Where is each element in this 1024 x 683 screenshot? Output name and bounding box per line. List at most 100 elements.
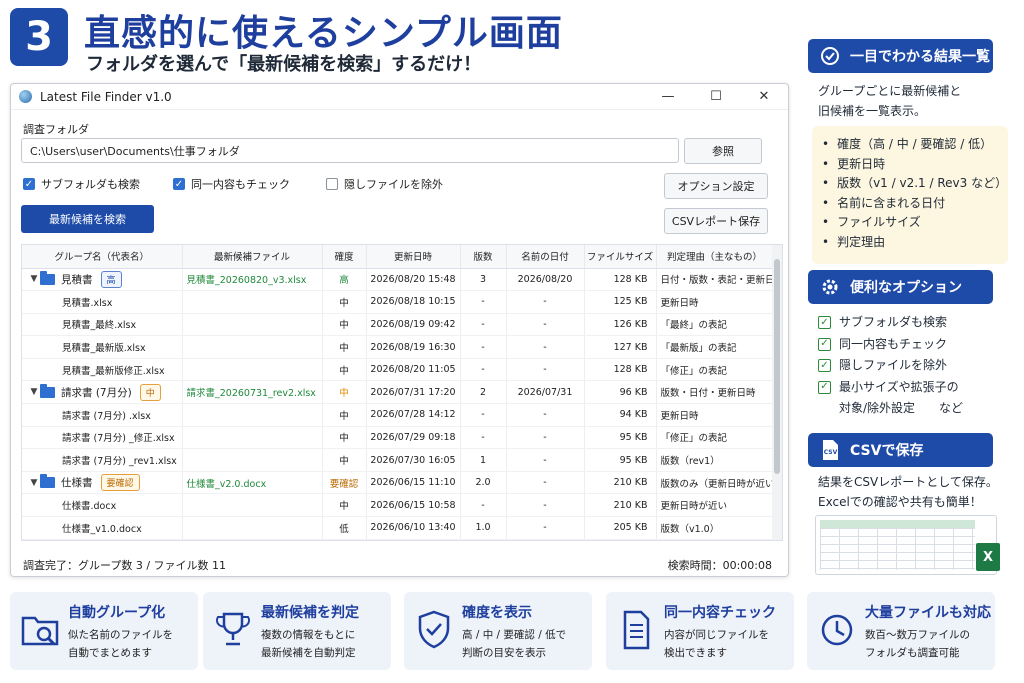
table-group-row[interactable]: ▼ 仕様書 要確認 仕様書_v2.0.docx 要確認 2026/06/15 1… bbox=[22, 471, 774, 495]
size-cell: 128 KB bbox=[584, 358, 657, 382]
option-item: ✓ 最小サイズや拡張子の 対象/除外設定 など bbox=[818, 377, 963, 420]
confidence-cell bbox=[182, 313, 323, 337]
browse-button[interactable]: 参照 bbox=[684, 138, 762, 164]
table-row[interactable]: 請求書 (7月分) _修正.xlsx 中 2026/07/29 09:18 - … bbox=[22, 426, 774, 450]
confidence-cell: 低 bbox=[322, 516, 367, 540]
table-group-row[interactable]: ▼ 請求書 (7月分) 中 請求書_20260731_rev2.xlsx 中 2… bbox=[22, 380, 774, 405]
latest-file-cell: 請求書_20260731_rev2.xlsx bbox=[182, 380, 323, 405]
confidence-cell bbox=[182, 358, 323, 382]
version-cell: - bbox=[460, 493, 507, 518]
option-item: ✓ 同一内容もチェック bbox=[818, 334, 963, 356]
updated-cell: 2026/07/30 16:05 bbox=[366, 448, 461, 472]
updated-cell: 2026/08/20 11:05 bbox=[366, 358, 461, 382]
checkbox-hidden[interactable]: 隠しファイルを除外 bbox=[326, 176, 443, 192]
table-row[interactable]: 見積書_最新版.xlsx 中 2026/08/19 16:30 - - 127 … bbox=[22, 335, 774, 359]
name-date-cell: - bbox=[506, 358, 585, 382]
table-row[interactable]: 見積書_最終.xlsx 中 2026/08/19 09:42 - - 126 K… bbox=[22, 313, 774, 337]
scrollbar-thumb[interactable] bbox=[774, 259, 780, 474]
confidence-cell bbox=[182, 290, 323, 314]
col-header-reason[interactable]: 判定理由（主なもの） bbox=[656, 245, 774, 269]
size-cell: 210 KB bbox=[584, 471, 657, 495]
confidence-cell bbox=[182, 403, 323, 427]
file-name-cell: 見積書.xlsx bbox=[22, 290, 183, 314]
confidence-cell bbox=[182, 516, 323, 540]
col-header-version[interactable]: 版数 bbox=[460, 245, 507, 269]
file-name-cell: 見積書_最新版修正.xlsx bbox=[22, 358, 183, 382]
col-header-confidence[interactable]: 確度 bbox=[322, 245, 367, 269]
chevron-down-icon[interactable]: ▼ bbox=[28, 387, 40, 397]
results-desc-line: 旧候補を一覧表示。 bbox=[818, 104, 927, 118]
confidence-cell: 高 bbox=[322, 268, 367, 292]
checkbox-same-content-box[interactable]: ✓ bbox=[173, 178, 185, 190]
chevron-down-icon[interactable]: ▼ bbox=[28, 274, 40, 284]
file-name-cell: 請求書 (7月分) _修正.xlsx bbox=[22, 426, 183, 450]
maximize-button[interactable]: ☐ bbox=[692, 89, 740, 104]
table-row[interactable]: 見積書.xlsx 中 2026/08/18 10:15 - - 125 KB 更… bbox=[22, 290, 774, 314]
option-label: 最小サイズや拡張子の 対象/除外設定 など bbox=[839, 379, 964, 416]
close-button[interactable]: ✕ bbox=[740, 89, 788, 104]
version-cell: - bbox=[460, 426, 507, 450]
csv-file-icon: CSV bbox=[820, 440, 840, 460]
window-title: Latest File Finder v1.0 bbox=[40, 89, 172, 104]
table-row[interactable]: 仕様書.docx 中 2026/06/15 10:58 - - 210 KB 更… bbox=[22, 493, 774, 518]
folder-label: 調査フォルダ bbox=[23, 123, 89, 136]
name-date-cell: - bbox=[506, 335, 585, 359]
feature-desc: 高 / 中 / 要確認 / 低で 判断の目安を表示 bbox=[462, 629, 567, 659]
size-cell: 126 KB bbox=[584, 313, 657, 337]
confidence-cell bbox=[182, 426, 323, 450]
feature-desc: 内容が同じファイルを 検出できます bbox=[664, 629, 769, 659]
results-bullet: 確度（高 / 中 / 要確認 / 低） bbox=[822, 135, 1008, 155]
table-row[interactable]: 仕様書_v1.0.docx 低 2026/06/10 13:40 1.0 - 2… bbox=[22, 516, 774, 540]
results-desc-line: グループごとに最新候補と bbox=[818, 84, 962, 98]
col-header-name-date[interactable]: 名前の日付 bbox=[506, 245, 585, 269]
confidence-cell bbox=[182, 335, 323, 359]
version-cell: 1.0 bbox=[460, 516, 507, 540]
clock-icon bbox=[821, 614, 853, 646]
confidence-badge: 中 bbox=[139, 383, 161, 401]
file-name-cell: 仕様書_v1.0.docx bbox=[22, 516, 183, 540]
results-bullet: 版数（v1 / v2.1 / Rev3 など） bbox=[822, 174, 1008, 194]
checkbox-hidden-label: 隠しファイルを除外 bbox=[344, 178, 443, 191]
options-button[interactable]: オプション設定 bbox=[664, 173, 768, 199]
size-cell: 205 KB bbox=[584, 516, 657, 540]
table-group-row[interactable]: ▼ 見積書 高 見積書_20260820_v3.xlsx 高 2026/08/2… bbox=[22, 268, 774, 292]
minimize-button[interactable]: — bbox=[644, 89, 692, 104]
checkbox-same-content-label: 同一内容もチェック bbox=[191, 178, 290, 191]
feature-title: 同一内容チェック bbox=[664, 605, 776, 621]
version-cell: - bbox=[460, 335, 507, 359]
results-bullet: ファイルサイズ bbox=[822, 213, 1008, 233]
checkbox-subfolders[interactable]: ✓ サブフォルダも検索 bbox=[23, 176, 140, 192]
version-cell: 2.0 bbox=[460, 471, 507, 495]
table-row[interactable]: 見積書_最新版修正.xlsx 中 2026/08/20 11:05 - - 12… bbox=[22, 358, 774, 382]
elapsed-time: 検索時間：00:00:08 bbox=[667, 559, 772, 572]
checkbox-subfolders-box[interactable]: ✓ bbox=[23, 178, 35, 190]
option-item: ✓ サブフォルダも検索 bbox=[818, 312, 963, 334]
chevron-down-icon[interactable]: ▼ bbox=[28, 478, 40, 488]
csv-save-button[interactable]: CSVレポート保存 bbox=[664, 208, 768, 234]
folder-path-input[interactable] bbox=[21, 138, 679, 163]
confidence-badge: 高 bbox=[100, 270, 122, 288]
size-cell: 127 KB bbox=[584, 335, 657, 359]
updated-cell: 2026/07/28 14:12 bbox=[366, 403, 461, 427]
col-header-updated[interactable]: 更新日時 bbox=[366, 245, 461, 269]
feature-desc: 複数の情報をもとに 最新候補を自動判定 bbox=[261, 629, 356, 659]
table-scrollbar[interactable] bbox=[772, 245, 782, 540]
csv-section-header: CSV CSVで保存 bbox=[808, 433, 993, 467]
size-cell: 95 KB bbox=[584, 426, 657, 450]
name-date-cell: 2026/08/20 bbox=[506, 268, 585, 292]
reason-cell: 更新日時が近い bbox=[656, 493, 774, 518]
checkbox-hidden-box[interactable] bbox=[326, 178, 338, 190]
spreadsheet-header bbox=[820, 520, 975, 528]
col-header-group[interactable]: グループ名（代表名） bbox=[22, 245, 183, 269]
table-row[interactable]: 請求書 (7月分) .xlsx 中 2026/07/28 14:12 - - 9… bbox=[22, 403, 774, 427]
version-cell: - bbox=[460, 358, 507, 382]
status-text: 調査完了：グループ数 3 / ファイル数 11 bbox=[23, 559, 227, 572]
table-row[interactable]: 請求書 (7月分) _rev1.xlsx 中 2026/07/30 16:05 … bbox=[22, 448, 774, 472]
feature-card-duplicate: 同一内容チェック 内容が同じファイルを 検出できます bbox=[606, 592, 794, 670]
search-button[interactable]: 最新候補を検索 bbox=[21, 205, 154, 233]
col-header-size[interactable]: ファイルサイズ bbox=[584, 245, 657, 269]
confidence-cell bbox=[182, 493, 323, 518]
name-date-cell: - bbox=[506, 493, 585, 518]
col-header-file[interactable]: 最新候補ファイル bbox=[182, 245, 323, 269]
checkbox-same-content[interactable]: ✓ 同一内容もチェック bbox=[173, 176, 290, 192]
